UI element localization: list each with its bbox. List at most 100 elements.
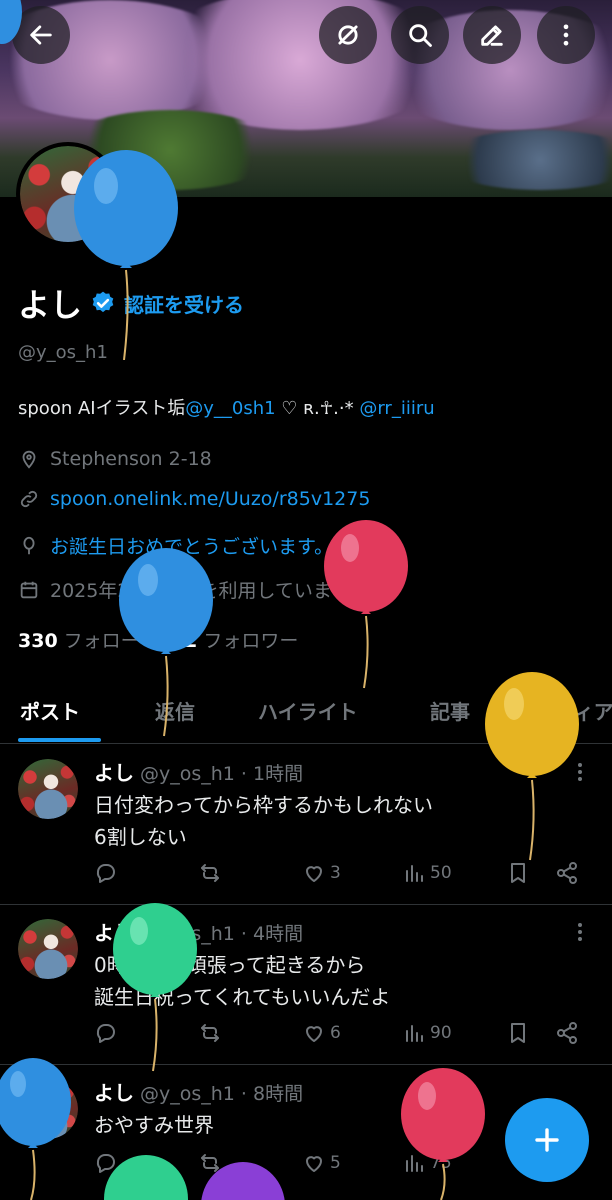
reply-icon <box>96 1154 115 1173</box>
post-more-icon[interactable] <box>570 919 590 945</box>
tab-posts[interactable]: ポスト <box>20 696 80 725</box>
compose-post-button[interactable] <box>505 1098 589 1182</box>
post-header: よし @y_os_h1 · 8時間 <box>94 1077 303 1106</box>
bookmark-button[interactable] <box>506 861 530 885</box>
post-avatar[interactable] <box>18 919 78 979</box>
location-row: Stephenson 2-18 <box>18 448 212 470</box>
followers-link[interactable]: 302 フォロワー <box>158 626 299 653</box>
bookmark-icon <box>511 863 525 883</box>
post-header: よし @y_os_h1 · 1時間 <box>94 757 303 786</box>
post-text: 日付変わってから枠するかもしれない 6割しない <box>94 793 433 849</box>
post-text: おやすみ世界 <box>94 1113 214 1137</box>
share-button[interactable] <box>555 1021 579 1045</box>
calendar-icon <box>20 581 38 598</box>
balloon-icon <box>23 536 35 554</box>
edit-button[interactable] <box>463 6 521 64</box>
bio-mention-link-2[interactable]: @rr_iiiru <box>359 398 434 419</box>
like-button[interactable]: 6 <box>302 1021 341 1045</box>
bookmark-icon <box>511 1023 525 1043</box>
hide-button[interactable] <box>319 6 377 64</box>
followers-count: 302 <box>157 630 198 652</box>
eye-off-icon <box>338 25 358 45</box>
views-bar-chart-icon <box>406 1025 423 1042</box>
post-item[interactable]: よし @y_os_h1 · 4時間 0時までは頑張って起きるから 誕生日祝ってく… <box>0 905 612 1065</box>
post-time: · 4時間 <box>240 923 304 945</box>
post-text: 0時までは頑張って起きるから 誕生日祝ってくれてもいいんだよ <box>94 953 391 1009</box>
post-avatar[interactable] <box>18 759 78 819</box>
location-text: Stephenson 2-18 <box>50 448 212 470</box>
tab-replies[interactable]: 返信 <box>155 696 195 725</box>
joined-row[interactable]: 2025年2月からXを利用しています <box>18 576 379 603</box>
views-count: 90 <box>430 1023 452 1043</box>
tab-highlights[interactable]: ハイライト <box>258 696 358 725</box>
joined-text: 2025年2月からXを利用しています <box>50 580 351 602</box>
heart-icon <box>306 1026 322 1042</box>
views-button[interactable]: 75 <box>402 1151 452 1175</box>
reply-icon <box>96 864 115 883</box>
search-icon <box>409 24 432 47</box>
repost-button[interactable] <box>198 1021 226 1045</box>
back-button[interactable] <box>12 6 70 64</box>
tab-media[interactable]: メディア <box>535 696 612 725</box>
like-count: 6 <box>330 1023 341 1043</box>
following-label: フォロー <box>63 630 140 652</box>
location-pin-icon <box>22 450 36 469</box>
link-icon <box>20 490 38 508</box>
post-author-name[interactable]: よし <box>94 757 134 786</box>
share-button[interactable] <box>555 861 579 885</box>
views-bar-chart-icon <box>406 1155 423 1172</box>
post-author-name[interactable]: よし <box>94 1077 134 1106</box>
balloon-decoration-red <box>324 520 408 689</box>
reply-button[interactable] <box>94 861 122 885</box>
repost-icon <box>201 1024 219 1042</box>
verified-badge-icon <box>92 291 114 313</box>
post-item[interactable]: よし @y_os_h1 · 1時間 日付変わってから枠するかもしれない 6割しな… <box>0 745 612 905</box>
reply-button[interactable] <box>94 1151 122 1175</box>
avatar-image <box>20 146 116 242</box>
post-actions: 3 50 <box>94 861 594 891</box>
profile-bio: spoon AIイラスト垢@y__0sh1 ♡ ʀ.☥.·* @rr_iiiru <box>18 394 435 420</box>
post-more-icon[interactable] <box>570 759 590 785</box>
views-count: 75 <box>430 1153 452 1173</box>
arrow-left-icon <box>30 25 52 45</box>
heart-icon <box>306 1156 322 1172</box>
bookmark-button[interactable] <box>506 1021 530 1045</box>
search-button[interactable] <box>391 6 449 64</box>
repost-icon <box>201 1154 219 1172</box>
repost-button[interactable] <box>198 861 226 885</box>
chevron-right-icon <box>367 584 374 595</box>
post-author-handle: @y_os_h1 <box>140 1083 235 1105</box>
get-verified-link[interactable]: 認証を受ける <box>124 289 244 318</box>
post-actions: 6 90 <box>94 1021 594 1051</box>
profile-name-row: よし 認証を受ける <box>18 280 244 326</box>
bio-text-middle: ♡ ʀ.☥.·* <box>275 398 360 419</box>
like-button[interactable]: 5 <box>302 1151 341 1175</box>
plus-icon <box>535 1128 559 1152</box>
following-link[interactable]: 330 フォロー <box>18 626 140 653</box>
like-button[interactable]: 3 <box>302 861 341 885</box>
avatar-image <box>18 1079 78 1139</box>
post-time: · 1時間 <box>240 763 304 785</box>
post-avatar[interactable] <box>18 1079 78 1139</box>
views-button[interactable]: 90 <box>402 1021 452 1045</box>
reply-icon <box>96 1024 115 1043</box>
heart-icon <box>306 866 322 882</box>
like-count: 3 <box>330 863 341 883</box>
bio-mention-link[interactable]: @y__0sh1 <box>185 398 275 419</box>
follow-stats: 330 フォロー 302 フォロワー <box>18 626 298 653</box>
views-button[interactable]: 50 <box>402 861 452 885</box>
more-vertical-icon <box>563 24 569 46</box>
share-icon <box>557 862 577 884</box>
post-author-name[interactable]: よし <box>94 917 134 946</box>
reply-button[interactable] <box>94 1021 122 1045</box>
post-author-handle: @y_os_h1 <box>140 923 235 945</box>
profile-avatar[interactable] <box>16 142 120 246</box>
repost-button[interactable] <box>198 1151 226 1175</box>
website-link[interactable]: spoon.onelink.me/Uuzo/r85v1275 <box>50 488 370 510</box>
profile-handle: @y_os_h1 <box>18 342 108 363</box>
followers-label: フォロワー <box>203 630 299 652</box>
post-author-handle: @y_os_h1 <box>140 763 235 785</box>
repost-icon <box>201 864 219 882</box>
more-button[interactable] <box>537 6 595 64</box>
tab-articles[interactable]: 記事 <box>430 696 470 725</box>
